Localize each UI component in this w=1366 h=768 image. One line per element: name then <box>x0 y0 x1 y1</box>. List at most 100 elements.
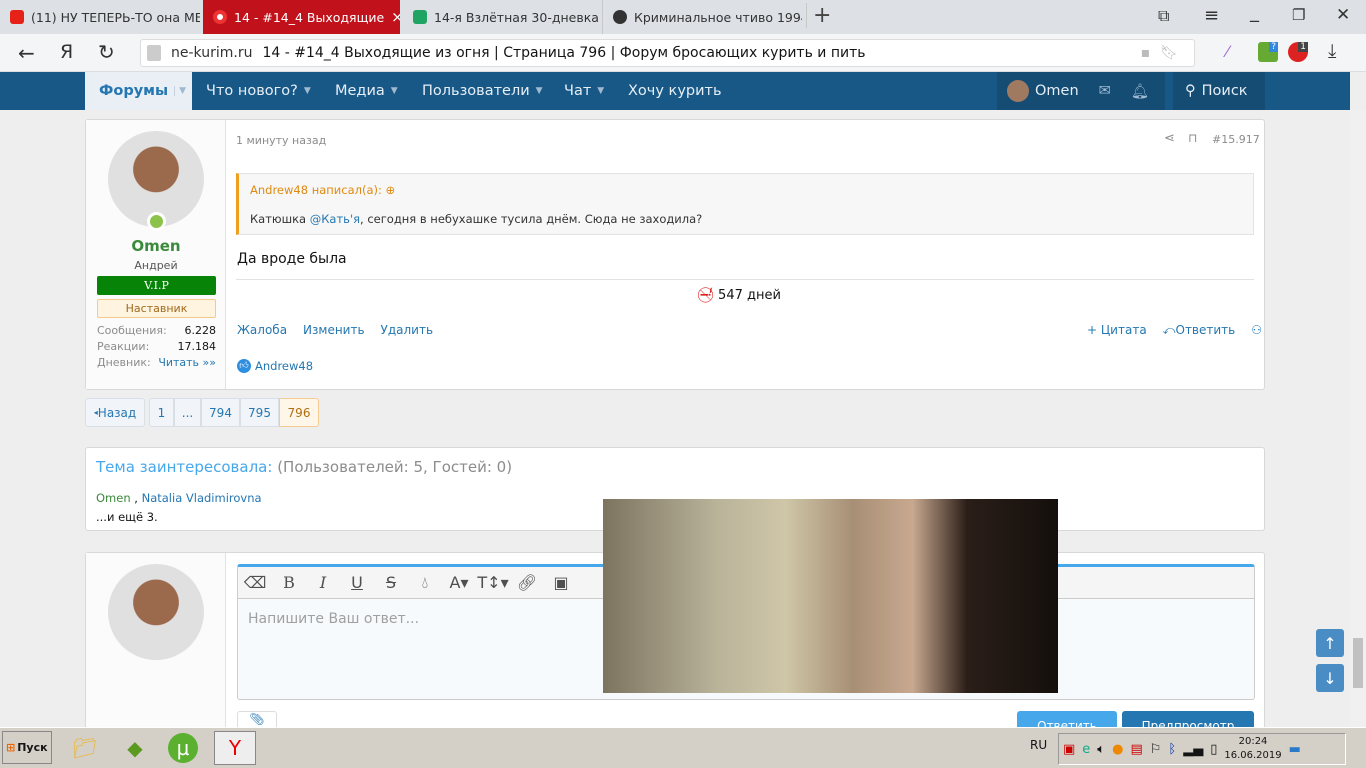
bold-icon[interactable]: B <box>272 573 306 592</box>
nav-search[interactable]: ⚲ Поиск <box>1173 72 1265 110</box>
tray-pdf-icon[interactable]: ▤ <box>1130 742 1142 757</box>
quote-link[interactable]: + Цитата <box>1087 323 1147 338</box>
color-icon[interactable]: 💧︎ <box>408 573 442 593</box>
edit-link[interactable]: Изменить <box>303 323 365 337</box>
tab-label: 14 - #14_4 Выходящие <box>234 9 385 25</box>
bell-icon[interactable]: 🔔︎ <box>1131 83 1149 100</box>
badge: 1 <box>1298 42 1308 52</box>
utorrent-icon[interactable]: µ <box>168 733 198 763</box>
windows-logo-icon: ⊞ <box>6 741 16 754</box>
tab-movie[interactable]: Криминальное чтиво 1994 <box>602 0 802 34</box>
viewer-link[interactable]: Omen <box>96 491 131 505</box>
diary-link[interactable]: Читать »» <box>158 355 216 371</box>
signal-icon[interactable]: ▂▄ <box>1183 742 1203 757</box>
new-tab-button[interactable]: + <box>806 3 831 28</box>
report-link[interactable]: Жалоба <box>237 323 287 337</box>
tab-youtube[interactable]: (11) НУ ТЕПЕРЬ-ТО она МЕ <box>0 0 200 34</box>
adblock-icon[interactable]: 1 <box>1288 42 1308 62</box>
nav-users[interactable]: Пользователи ▼ <box>422 72 543 110</box>
viewers-more[interactable]: ...и ещё 3. <box>96 510 158 524</box>
image-icon[interactable]: ▣ <box>544 573 578 592</box>
nav-want-smoke[interactable]: Хочу курить <box>628 72 722 110</box>
reload-icon[interactable]: ↻ <box>98 40 115 64</box>
forum-icon <box>213 10 227 24</box>
minimize-icon[interactable]: _ <box>1250 2 1259 23</box>
coreldraw-icon[interactable]: ◆ <box>118 731 152 765</box>
page-current[interactable]: 796 <box>279 398 319 427</box>
restore-icon[interactable]: ❐ <box>1292 6 1305 24</box>
nav-user-menu[interactable]: Omen ✉ 🔔︎ <box>997 72 1165 110</box>
inbox-icon[interactable]: ✉ <box>1099 83 1111 99</box>
stat-label: Дневник: <box>97 356 151 369</box>
download-icon[interactable]: ⤓ <box>1328 40 1336 62</box>
post-time[interactable]: 1 минуту назад <box>236 134 326 147</box>
address-bar[interactable]: ne-kurim.ru 14 - #14_4 Выходящие из огня… <box>140 39 1195 67</box>
viewer-link[interactable]: Natalia Vladimirovna <box>142 491 262 505</box>
post-author[interactable]: Omen <box>86 237 226 255</box>
yandex-button[interactable]: Я <box>60 41 73 63</box>
quote-author[interactable]: Andrew48 написал(а): ⊕ <box>250 183 395 197</box>
clock[interactable]: 20:24 16.06.2019 <box>1224 735 1281 763</box>
menu-icon[interactable]: ≡ <box>1204 5 1219 26</box>
nav-label: Медиа <box>335 83 385 99</box>
extension-icon[interactable]: ? <box>1258 42 1278 62</box>
url-domain: ne-kurim.ru <box>171 45 253 61</box>
tray-flash-icon[interactable]: ● <box>1112 742 1123 757</box>
scroll-bottom-button[interactable]: ↓ <box>1316 664 1344 692</box>
scrollbar[interactable] <box>1350 110 1366 727</box>
page-794[interactable]: 794 <box>201 398 240 427</box>
underline-icon[interactable]: U <box>340 573 374 592</box>
nav-whats-new[interactable]: Что нового? ▼ <box>206 72 311 110</box>
close-tab-icon[interactable]: × <box>391 8 400 26</box>
font-size-icon[interactable]: T↕▾ <box>476 573 510 592</box>
explorer-icon[interactable]: 📁︎ <box>68 731 102 765</box>
bookmarks-icon[interactable]: ⧉ <box>1158 6 1169 26</box>
usb-icon[interactable]: ▯ <box>1210 742 1217 757</box>
youtube-icon <box>10 10 24 24</box>
bookmark-icon[interactable]: 🔖︎ <box>1160 45 1178 61</box>
language-indicator[interactable]: RU <box>1030 738 1047 752</box>
tray-e-icon[interactable]: e <box>1082 742 1090 757</box>
video-player[interactable] <box>603 499 1058 693</box>
nav-forums[interactable]: Форумы ▼ <box>85 72 192 110</box>
italic-icon[interactable]: I <box>306 573 340 592</box>
page-795[interactable]: 795 <box>240 398 279 427</box>
close-window-icon[interactable]: ✕ <box>1336 5 1350 25</box>
flag-icon[interactable]: ⚐ <box>1150 742 1162 757</box>
bookmark-post-icon[interactable]: ⊓ <box>1188 131 1197 145</box>
start-button[interactable]: ⊞ Пуск <box>2 731 52 764</box>
start-label: Пуск <box>17 741 48 754</box>
scroll-top-button[interactable]: ↑ <box>1316 629 1344 657</box>
post-number[interactable]: #15.917 <box>1212 133 1260 146</box>
tray-app-icon[interactable]: ▣ <box>1063 742 1075 757</box>
clear-format-icon[interactable]: ⌫ <box>238 573 272 592</box>
nav-label: Пользователи <box>422 83 530 99</box>
reply-link[interactable]: ⤺Ответить <box>1163 323 1236 338</box>
nav-media[interactable]: Медиа ▼ <box>335 72 398 110</box>
feather-extension-icon[interactable]: ⁄ <box>1226 42 1229 61</box>
bluetooth-icon[interactable]: ᛒ <box>1168 742 1176 757</box>
share-icon[interactable]: ⋖ <box>1164 131 1175 146</box>
comment-icon[interactable]: ▪ <box>1141 45 1151 61</box>
separator: , <box>130 491 142 505</box>
scrollbar-thumb[interactable] <box>1353 638 1363 688</box>
reaction-user[interactable]: Andrew48 <box>255 359 313 373</box>
tab-forum[interactable]: 14 - #14_4 Выходящие × <box>203 0 400 34</box>
tab-sheets[interactable]: 14-я Взлётная 30-дневка - <box>403 0 598 34</box>
reactions-bar[interactable]: 👍︎ Andrew48 <box>237 359 313 373</box>
back-icon[interactable]: ← <box>18 41 35 65</box>
font-icon[interactable]: A▾ <box>442 573 476 592</box>
goto-quote-icon[interactable]: ⊕ <box>386 183 396 197</box>
user-icon[interactable]: ⚇ <box>1251 323 1262 338</box>
show-desktop-icon[interactable]: ▬ <box>1289 742 1301 757</box>
link-icon[interactable]: 🔗︎ <box>510 573 544 592</box>
page-1[interactable]: 1 <box>149 398 174 427</box>
page-ellipsis[interactable]: ... <box>174 398 201 427</box>
mention-link[interactable]: @Кать'я <box>310 212 360 226</box>
nav-chat[interactable]: Чат ▼ <box>564 72 604 110</box>
yandex-browser-task[interactable]: Y <box>214 731 256 765</box>
strikethrough-icon[interactable]: S <box>374 573 408 592</box>
delete-link[interactable]: Удалить <box>381 323 434 337</box>
page-prev-button[interactable]: ◂ Назад <box>85 398 145 427</box>
volume-icon[interactable]: 🔈︎ <box>1097 742 1105 757</box>
